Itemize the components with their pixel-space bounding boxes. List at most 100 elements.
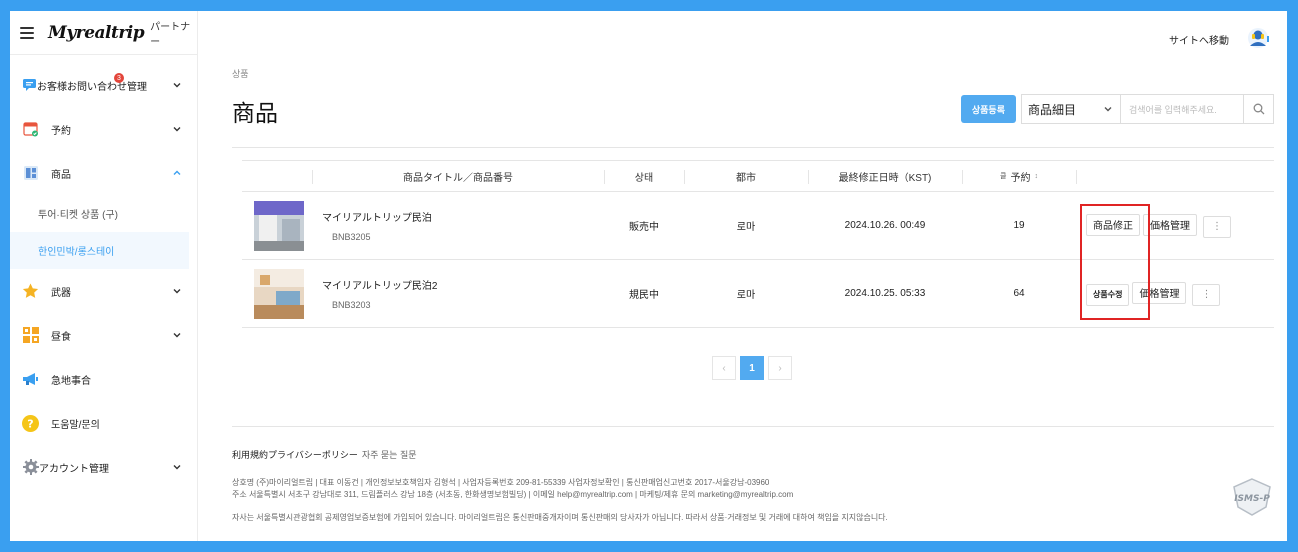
prev-page-button[interactable]: ‹ xyxy=(712,356,736,380)
sidebar-item-help[interactable]: ? 도움말/문의 xyxy=(10,401,197,445)
main-content: 상품 商品 상품등록 商品細目 검색어를 입력해주세요. 商品タイトル／商品番号… xyxy=(232,67,1274,522)
privacy-link[interactable]: プライバシーポリシー xyxy=(268,450,358,460)
logo[interactable]: Myrealtrip xyxy=(48,23,145,43)
chevron-down-icon[interactable] xyxy=(171,329,183,341)
title-cell: マイリアルトリップ民泊 BNB3205 xyxy=(242,200,604,251)
search-icon xyxy=(1253,103,1264,115)
th-bookings-label: 予約 xyxy=(1010,172,1031,184)
pagination: ‹ 1 › xyxy=(712,356,792,380)
gear-icon xyxy=(22,459,39,476)
sidebar-item-label: 急地事合 xyxy=(51,375,91,387)
product-code: BNB3203 xyxy=(332,300,371,310)
sidebar-item-label: 昼食 xyxy=(51,331,71,343)
sidebar-item-label: お客様お問い合わせ管理 xyxy=(37,81,147,93)
bookings-cell: 19 xyxy=(1013,220,1025,231)
updated-cell: 2024.10.26. 00:49 xyxy=(844,220,926,231)
site-link[interactable]: サイトへ移動 xyxy=(1169,32,1229,47)
sort-icon[interactable]: ↕ xyxy=(1034,173,1038,180)
product-thumbnail[interactable] xyxy=(254,268,304,319)
sidebar-item-weapons[interactable]: 武器 xyxy=(10,269,197,313)
chevron-down-icon[interactable] xyxy=(171,461,183,473)
th-updated: 最終修正日時（KST) xyxy=(808,161,962,191)
th-bookings-prefix: 클 xyxy=(1000,173,1007,180)
product-name[interactable]: マイリアルトリップ民泊 xyxy=(322,209,432,224)
divider xyxy=(232,147,1274,148)
faq-link[interactable]: 자주 묻는 질문 xyxy=(362,450,417,460)
th-city: 都市 xyxy=(684,161,808,191)
city-cell: 로마 xyxy=(736,222,756,233)
product-code: BNB3205 xyxy=(332,232,371,242)
chevron-up-icon[interactable] xyxy=(171,167,183,179)
question-icon: ? xyxy=(22,414,39,432)
calendar-icon xyxy=(22,121,39,138)
sidebar-nav: お客様お問い合わせ管理 3 予約 商品 투어·티켓 상품 (구) 한인민박/롱스… xyxy=(10,55,197,489)
terms-link[interactable]: 利用規約 xyxy=(232,450,268,460)
breadcrumb[interactable]: 상품 xyxy=(232,67,1274,80)
chevron-down-icon xyxy=(1104,107,1112,112)
business-info-line: 상호명 (주)마이리얼트립 | 대표 이동건 | 개인정보보호책임자 김형석 |… xyxy=(232,478,770,487)
chevron-down-icon[interactable] xyxy=(171,123,183,135)
grid-icon xyxy=(22,165,39,182)
updated-cell: 2024.10.25. 05:33 xyxy=(844,288,926,299)
sidebar-item-reservations[interactable]: 予約 xyxy=(10,107,197,151)
search-button[interactable] xyxy=(1243,95,1273,123)
menu-icon[interactable] xyxy=(20,26,35,39)
avatar[interactable] xyxy=(1247,27,1269,49)
register-product-button[interactable]: 상품등록 xyxy=(960,95,1016,123)
footer-links: 利用規約プライバシーポリシー 자주 묻는 질문 xyxy=(232,448,417,461)
search-category-select[interactable]: 商品細目 xyxy=(1021,94,1121,124)
sidebar-item-inquiries[interactable]: お客様お問い合わせ管理 3 xyxy=(10,63,197,107)
app-frame: Myrealtrip パートナー お客様お問い合わせ管理 3 予約 商品 투어·… xyxy=(10,11,1287,541)
bookings-cell: 64 xyxy=(1013,288,1025,299)
product-toolbar: 상품등록 商品細目 검색어를 입력해주세요. xyxy=(960,94,1274,124)
chevron-down-icon[interactable] xyxy=(171,285,183,297)
more-options-button[interactable]: ⋮ xyxy=(1203,215,1231,238)
isms-label: ISMS-P xyxy=(1234,494,1270,504)
search-input[interactable]: 검색어를 입력해주세요. xyxy=(1129,103,1217,116)
footer-divider xyxy=(232,426,1274,427)
product-name[interactable]: マイリアルトリップ民泊2 xyxy=(322,277,437,292)
sidebar-item-products[interactable]: 商品 xyxy=(10,151,197,195)
city-cell: 로마 xyxy=(736,290,756,301)
select-value: 商品細目 xyxy=(1028,102,1077,117)
sidebar-item-notices[interactable]: 急地事合 xyxy=(10,357,197,401)
next-page-button[interactable]: › xyxy=(768,356,792,380)
highlight-box xyxy=(1080,204,1150,320)
sidebar-subitem-tour-ticket[interactable]: 투어·티켓 상품 (구) xyxy=(10,195,197,232)
widgets-icon xyxy=(22,327,39,344)
sidebar-item-label: 予約 xyxy=(51,125,71,137)
star-icon xyxy=(22,283,39,300)
th-thumbnail xyxy=(242,161,312,191)
business-info-line: 주소 서울특별시 서초구 강남대로 311, 드림플러스 강남 18층 (서초동… xyxy=(232,490,794,499)
th-bookings[interactable]: 클 予約 ↕ xyxy=(962,161,1076,191)
page-button[interactable]: 1 xyxy=(740,356,764,380)
title-cell: マイリアルトリップ民泊2 BNB3203 xyxy=(242,268,604,319)
status-cell: 販売中 xyxy=(629,222,659,233)
sidebar-header: Myrealtrip パートナー xyxy=(10,11,197,55)
sidebar-item-lunch[interactable]: 昼食 xyxy=(10,313,197,357)
status-cell: 規民中 xyxy=(629,290,659,301)
chevron-down-icon[interactable] xyxy=(171,79,183,91)
price-manage-button[interactable]: 価格管理 xyxy=(1143,213,1197,236)
sidebar-item-label: アカウント管理 xyxy=(39,463,109,475)
sidebar-item-label: 武器 xyxy=(51,287,71,299)
megaphone-icon xyxy=(22,371,39,388)
disclaimer: 자사는 서울특별시관광협회 공제영업보증보험에 가입되어 있습니다. 마이리얼트… xyxy=(232,513,888,522)
th-title: 商品タイトル／商品番号 xyxy=(312,161,604,191)
isms-badge-icon: ISMS-P xyxy=(1233,478,1271,516)
th-actions xyxy=(1076,161,1274,191)
product-table: 商品タイトル／商品番号 상태 都市 最終修正日時（KST) 클 予約 ↕ マイリ… xyxy=(242,160,1274,328)
sidebar-item-account[interactable]: アカウント管理 xyxy=(10,445,197,489)
sidebar: Myrealtrip パートナー お客様お問い合わせ管理 3 予約 商品 투어·… xyxy=(10,11,198,541)
topbar: サイトへ移動 xyxy=(198,11,1287,65)
partner-label: パートナー xyxy=(150,21,191,48)
sidebar-item-label: 商品 xyxy=(51,169,71,181)
th-status: 상태 xyxy=(604,161,684,191)
product-thumbnail[interactable] xyxy=(254,200,304,251)
sidebar-item-label: 도움말/문의 xyxy=(51,419,100,431)
table-header: 商品タイトル／商品番号 상태 都市 最終修正日時（KST) 클 予約 ↕ xyxy=(242,160,1274,192)
more-options-button[interactable]: ⋮ xyxy=(1192,283,1221,306)
sidebar-subitem-korean-minbak[interactable]: 한인민박/롱스테이 xyxy=(10,232,189,269)
search-field[interactable]: 검색어를 입력해주세요. xyxy=(1121,94,1274,124)
svg-text:?: ? xyxy=(27,417,33,430)
